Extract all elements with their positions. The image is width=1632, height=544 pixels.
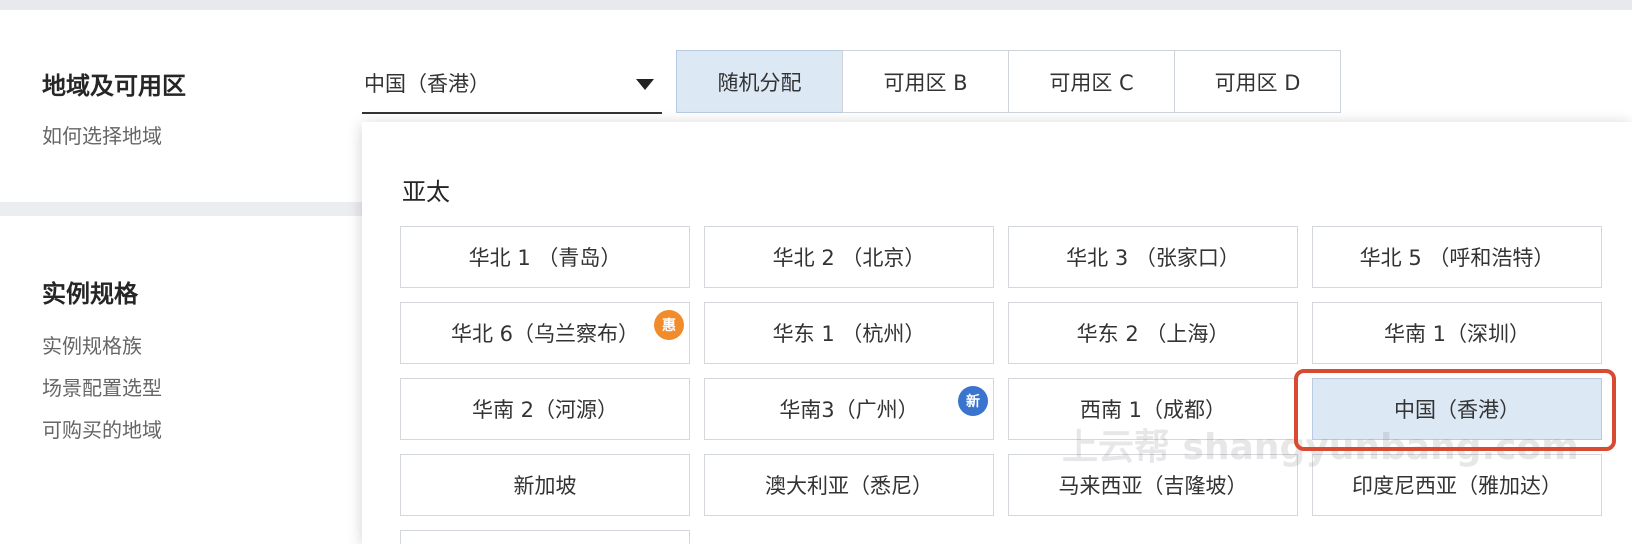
region-label: 华东 2 （上海）: [1076, 322, 1230, 346]
region-cell[interactable]: 西南 1（成都）: [1008, 378, 1298, 440]
region-cell[interactable]: 华北 6（乌兰察布）: [400, 302, 690, 364]
region-label: 华北 3 （张家口）: [1066, 246, 1240, 270]
region-cell[interactable]: 华南 1（深圳）: [1312, 302, 1602, 364]
region-zone-title: 地域及可用区: [42, 72, 186, 100]
new-badge-icon: 新: [958, 386, 988, 416]
caret-down-icon: [636, 79, 654, 90]
region-cell[interactable]: 华东 1 （杭州）: [704, 302, 994, 364]
region-select-value: 中国（香港）: [364, 72, 490, 96]
group-title-asia-pacific: 亚太: [402, 178, 450, 206]
zone-tab-b[interactable]: 可用区 B: [842, 50, 1009, 113]
region-cell[interactable]: 华北 3 （张家口）: [1008, 226, 1298, 288]
region-cell[interactable]: 华北 2 （北京）: [704, 226, 994, 288]
region-cell-partial[interactable]: [400, 530, 690, 544]
region-label: 华北 6（乌兰察布）: [450, 322, 640, 346]
zone-tab-c[interactable]: 可用区 C: [1008, 50, 1175, 113]
discount-badge-icon: 惠: [654, 310, 684, 340]
scenario-config-link[interactable]: 场景配置选型: [42, 372, 162, 401]
region-select[interactable]: 中国（香港）: [362, 58, 662, 114]
region-label: 华北 5 （呼和浩特）: [1359, 246, 1555, 270]
region-cell[interactable]: 马来西亚（吉隆坡）: [1008, 454, 1298, 516]
region-label: 华南 2（河源）: [471, 398, 619, 422]
region-dropdown: 亚太 华北 1 （青岛） 华北 2 （北京） 华北 3 （张家口） 华北 5 （…: [362, 122, 1632, 544]
region-label: 西南 1（成都）: [1079, 398, 1227, 422]
region-cell[interactable]: 华北 1 （青岛）: [400, 226, 690, 288]
zone-tabs: 随机分配 可用区 B 可用区 C 可用区 D: [676, 50, 1341, 113]
region-label: 华北 1 （青岛）: [468, 246, 622, 270]
top-strip: [0, 0, 1632, 10]
instance-type-title: 实例规格: [42, 280, 138, 308]
region-cell[interactable]: 华南3（广州）: [704, 378, 994, 440]
region-cell[interactable]: 新加坡: [400, 454, 690, 516]
instance-family-link[interactable]: 实例规格族: [42, 330, 142, 359]
region-cell[interactable]: 澳大利亚（悉尼）: [704, 454, 994, 516]
region-label: 华南 1（深圳）: [1383, 322, 1531, 346]
region-cell[interactable]: 印度尼西亚（雅加达）: [1312, 454, 1602, 516]
region-label: 华东 1 （杭州）: [772, 322, 926, 346]
region-label: 印度尼西亚（雅加达）: [1352, 474, 1562, 498]
region-label: 华北 2 （北京）: [772, 246, 926, 270]
region-label: 澳大利亚（悉尼）: [765, 474, 933, 498]
region-cell[interactable]: 华北 5 （呼和浩特）: [1312, 226, 1602, 288]
region-cell[interactable]: 华东 2 （上海）: [1008, 302, 1298, 364]
region-cell-selected[interactable]: 中国（香港）: [1312, 378, 1602, 440]
region-label: 新加坡: [513, 474, 577, 498]
zone-tab-d[interactable]: 可用区 D: [1174, 50, 1341, 113]
region-cell[interactable]: 华南 2（河源）: [400, 378, 690, 440]
region-label: 马来西亚（吉隆坡）: [1058, 474, 1248, 498]
region-label: 华南3（广州）: [779, 398, 919, 422]
region-label: 中国（香港）: [1394, 398, 1520, 422]
purchasable-regions-link[interactable]: 可购买的地域: [42, 414, 162, 443]
zone-tab-random[interactable]: 随机分配: [676, 50, 843, 113]
how-to-choose-region-link[interactable]: 如何选择地域: [42, 120, 162, 149]
